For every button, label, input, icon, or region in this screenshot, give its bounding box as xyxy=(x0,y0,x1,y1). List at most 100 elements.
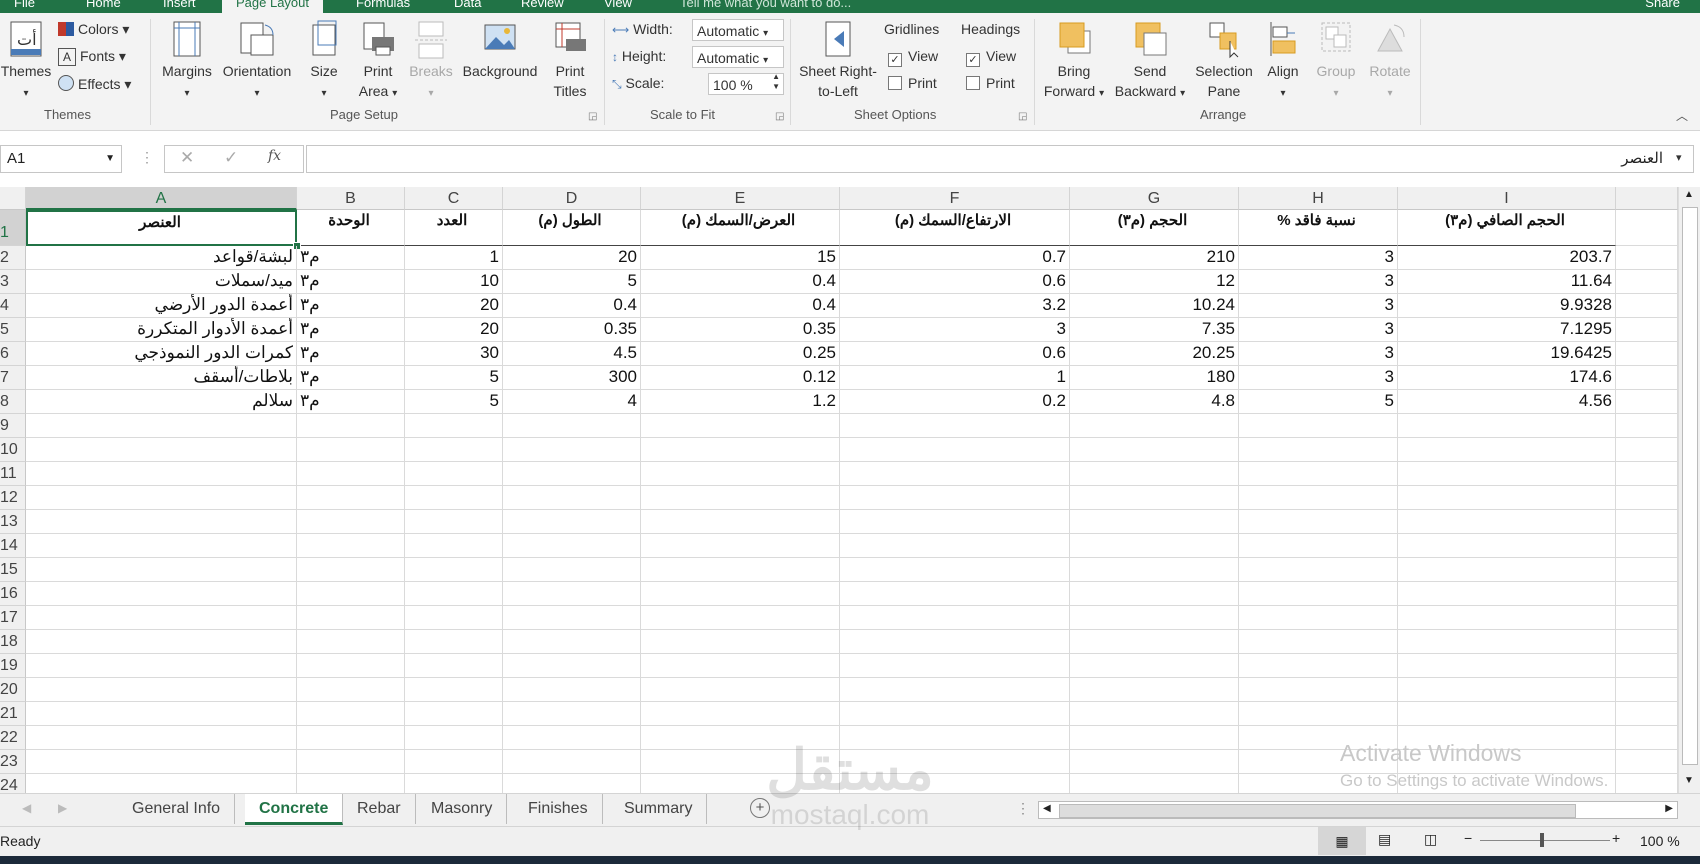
table-cell[interactable]: 9.9328 xyxy=(1398,294,1616,318)
sheet-tab-rebar[interactable]: Rebar xyxy=(343,794,416,824)
table-cell[interactable]: 20 xyxy=(405,294,503,318)
empty-cell[interactable] xyxy=(1398,486,1616,510)
row-header[interactable]: 8 xyxy=(0,390,26,414)
row-header[interactable]: 13 xyxy=(0,510,26,534)
print-titles-button[interactable]: Print Titles xyxy=(548,19,592,101)
rotate-button[interactable]: Rotate ▾ xyxy=(1364,19,1416,104)
empty-cell[interactable] xyxy=(1616,678,1678,702)
empty-cell[interactable] xyxy=(1398,678,1616,702)
table-cell[interactable]: 1.2 xyxy=(641,390,840,414)
empty-cell[interactable] xyxy=(1398,510,1616,534)
table-cell[interactable]: أعمدة الدور الأرضي xyxy=(26,294,297,318)
insert-function-button[interactable]: fx xyxy=(268,148,281,164)
table-cell[interactable]: 210 xyxy=(1070,246,1239,270)
print-area-button[interactable]: Print Area ▾ xyxy=(355,19,401,104)
table-cell[interactable]: 30 xyxy=(405,342,503,366)
normal-view-button[interactable]: ▦ xyxy=(1318,827,1366,855)
colors-button[interactable]: Colors ▾ xyxy=(58,21,129,38)
row-header[interactable]: 18 xyxy=(0,630,26,654)
row-header[interactable]: 6 xyxy=(0,342,26,366)
empty-cell[interactable] xyxy=(405,702,503,726)
column-header-d[interactable]: D xyxy=(503,187,641,210)
empty-cell[interactable] xyxy=(1070,486,1239,510)
formula-input[interactable]: العنصر xyxy=(306,145,1694,173)
empty-cell[interactable] xyxy=(1239,414,1398,438)
table-cell[interactable]: 3 xyxy=(1239,294,1398,318)
column-header-b[interactable]: B xyxy=(297,187,405,210)
empty-cell[interactable] xyxy=(405,414,503,438)
empty-cell[interactable] xyxy=(840,438,1070,462)
table-cell[interactable]: 4.56 xyxy=(1398,390,1616,414)
empty-cell[interactable] xyxy=(1616,438,1678,462)
empty-cell[interactable] xyxy=(1616,270,1678,294)
empty-cell[interactable] xyxy=(1616,750,1678,774)
empty-cell[interactable] xyxy=(1616,630,1678,654)
header-cell[interactable]: العرض/السمك (م) xyxy=(641,210,840,246)
empty-cell[interactable] xyxy=(840,654,1070,678)
empty-cell[interactable] xyxy=(1398,630,1616,654)
row-header[interactable]: 7 xyxy=(0,366,26,390)
name-box[interactable]: A1 ▼ xyxy=(0,145,122,173)
header-cell[interactable]: نسبة فاقد % xyxy=(1239,210,1398,246)
empty-cell[interactable] xyxy=(26,678,297,702)
empty-cell[interactable] xyxy=(503,438,641,462)
tab-file[interactable]: File xyxy=(14,0,35,10)
table-cell[interactable]: م٣ xyxy=(297,366,405,390)
table-cell[interactable]: 20 xyxy=(503,246,641,270)
group-button[interactable]: Group ▾ xyxy=(1310,19,1362,104)
table-cell[interactable]: أعمدة الأدوار المتكررة xyxy=(26,318,297,342)
empty-cell[interactable] xyxy=(1616,246,1678,270)
header-cell[interactable]: العدد xyxy=(405,210,503,246)
table-cell[interactable]: م٣ xyxy=(297,294,405,318)
table-cell[interactable]: 0.35 xyxy=(641,318,840,342)
empty-cell[interactable] xyxy=(1239,462,1398,486)
table-cell[interactable]: 3 xyxy=(1239,270,1398,294)
table-cell[interactable]: 5 xyxy=(405,366,503,390)
zoom-slider-thumb[interactable] xyxy=(1540,833,1544,847)
page-layout-view-button[interactable]: ▤ xyxy=(1378,831,1391,848)
empty-cell[interactable] xyxy=(297,462,405,486)
empty-cell[interactable] xyxy=(503,750,641,774)
empty-cell[interactable] xyxy=(1398,558,1616,582)
empty-cell[interactable] xyxy=(405,654,503,678)
empty-cell[interactable] xyxy=(297,750,405,774)
horizontal-scroll-thumb[interactable] xyxy=(1059,804,1576,818)
vertical-scroll-thumb[interactable] xyxy=(1682,207,1698,765)
table-cell[interactable]: 7.35 xyxy=(1070,318,1239,342)
header-cell[interactable]: الارتفاع/السمك (م) xyxy=(840,210,1070,246)
row-header[interactable]: 2 xyxy=(0,246,26,270)
row-header[interactable]: 1 xyxy=(0,210,26,246)
header-cell[interactable]: الطول (م) xyxy=(503,210,641,246)
empty-cell[interactable] xyxy=(297,630,405,654)
size-button[interactable]: Size ▾ xyxy=(306,19,342,104)
zoom-slider[interactable] xyxy=(1480,840,1610,841)
row-header[interactable]: 12 xyxy=(0,486,26,510)
empty-cell[interactable] xyxy=(405,774,503,793)
row-header[interactable]: 15 xyxy=(0,558,26,582)
row-header[interactable]: 20 xyxy=(0,678,26,702)
empty-cell[interactable] xyxy=(1398,414,1616,438)
enter-icon[interactable]: ✓ xyxy=(224,148,238,168)
table-cell[interactable]: 0.7 xyxy=(840,246,1070,270)
empty-cell[interactable] xyxy=(1239,630,1398,654)
row-header[interactable]: 23 xyxy=(0,750,26,774)
empty-cell[interactable] xyxy=(641,438,840,462)
prev-sheet-icon[interactable]: ◀ xyxy=(22,801,31,815)
table-cell[interactable]: م٣ xyxy=(297,318,405,342)
table-cell[interactable]: 19.6425 xyxy=(1398,342,1616,366)
scroll-right-icon[interactable]: ▶ xyxy=(1665,803,1673,814)
row-header[interactable]: 5 xyxy=(0,318,26,342)
scroll-down-icon[interactable]: ▼ xyxy=(1684,775,1694,786)
empty-cell[interactable] xyxy=(297,726,405,750)
empty-cell[interactable] xyxy=(503,630,641,654)
empty-cell[interactable] xyxy=(641,702,840,726)
empty-cell[interactable] xyxy=(1616,366,1678,390)
empty-cell[interactable] xyxy=(503,582,641,606)
empty-cell[interactable] xyxy=(1616,534,1678,558)
empty-cell[interactable] xyxy=(641,606,840,630)
table-cell[interactable]: 3 xyxy=(840,318,1070,342)
empty-cell[interactable] xyxy=(1239,534,1398,558)
empty-cell[interactable] xyxy=(405,582,503,606)
empty-cell[interactable] xyxy=(26,630,297,654)
empty-cell[interactable] xyxy=(1398,606,1616,630)
